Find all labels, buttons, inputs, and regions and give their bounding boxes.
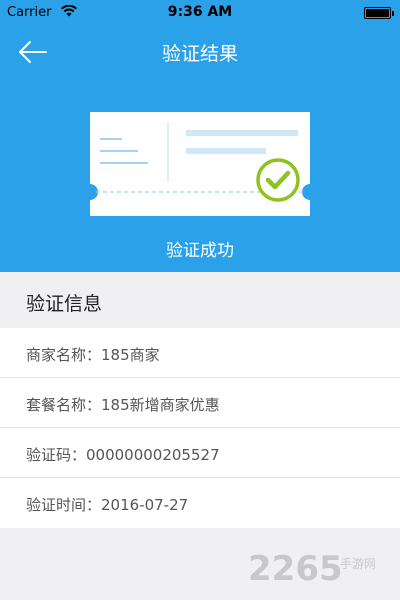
verification-time-text: 验证时间：2016-07-27 [26, 496, 189, 514]
check-circle-icon [256, 158, 300, 202]
info-section-header: 验证信息 [0, 272, 400, 328]
info-row-verification-code: 验证码：00000000205527 [0, 428, 400, 478]
info-row-package-name: 套餐名称：185新增商家优惠 [0, 378, 400, 428]
page-title: 验证结果 [161, 43, 238, 65]
navigation-bar: 验证结果 [0, 28, 400, 76]
verification-code-text: 验证码：00000000205527 [26, 446, 220, 464]
merchant-name-text: 商家名称：185商家 [26, 346, 160, 364]
watermark-label: 手游网 [340, 557, 376, 571]
info-list: 商家名称：185商家 套餐名称：185新增商家优惠 验证码：0000000020… [0, 328, 400, 528]
verification-success-text: 验证成功 [166, 241, 234, 261]
info-row-verification-time: 验证时间：2016-07-27 [0, 478, 400, 528]
verification-result-banner: 验证成功 [0, 76, 400, 272]
status-time: 9:36 AM [167, 4, 233, 20]
watermark-number: 2265 [248, 549, 343, 589]
battery-icon [364, 7, 394, 19]
package-name-text: 套餐名称：185新增商家优惠 [26, 396, 220, 414]
info-section-title: 验证信息 [26, 293, 103, 315]
ticket-icon [90, 112, 310, 216]
status-bar: Carrier 9:36 AM [0, 0, 400, 28]
info-row-merchant-name: 商家名称：185商家 [0, 328, 400, 378]
watermark-logo: 2265 手游网 [248, 549, 376, 589]
